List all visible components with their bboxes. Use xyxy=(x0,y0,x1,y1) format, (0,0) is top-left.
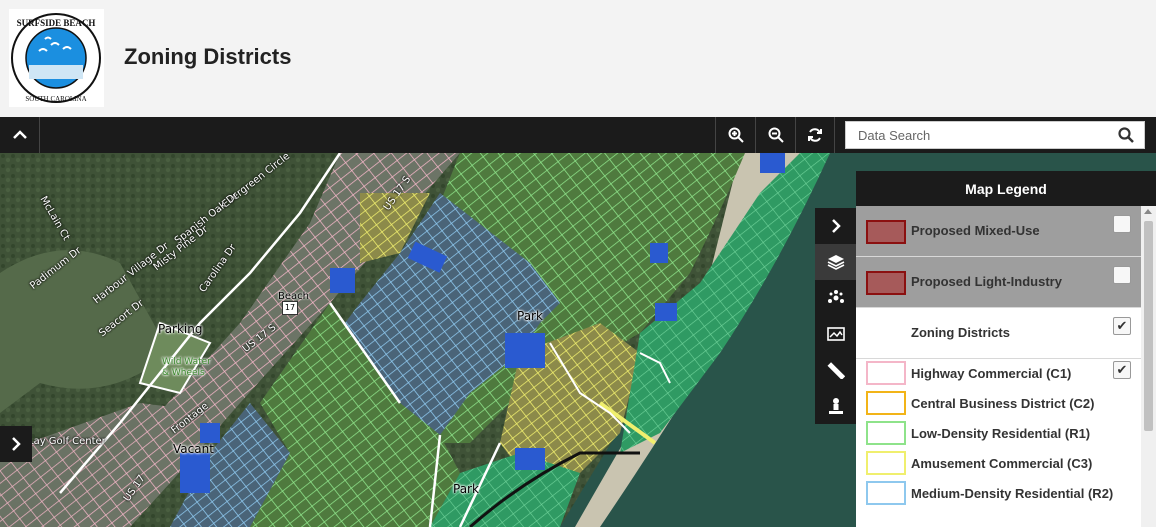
zone-label: Low-Density Residential (R1) xyxy=(911,426,1091,441)
zone-label: Highway Commercial (C1) xyxy=(911,366,1072,381)
zone-item-c3: Amusement Commercial (C3) xyxy=(856,449,1141,479)
poi-park: Park xyxy=(453,482,479,496)
zone-label: Medium-Density Residential (R2) xyxy=(911,486,1114,501)
zone-swatch xyxy=(866,421,906,445)
data-search-input[interactable] xyxy=(846,122,1116,148)
zoom-in-icon xyxy=(728,127,744,143)
scroll-up-arrow-icon[interactable] xyxy=(1144,209,1152,214)
collapse-legend-button[interactable] xyxy=(815,208,856,244)
legend-label: Zoning Districts xyxy=(911,325,1010,340)
layers-icon xyxy=(827,255,844,270)
map-legend-panel: Map Legend Proposed Mixed-Use Proposed L… xyxy=(856,171,1156,527)
poi-wild-water-wheels: Wild Water & Wheels xyxy=(162,357,211,378)
expand-left-panel-button[interactable] xyxy=(0,426,32,462)
basemap-tool-button[interactable] xyxy=(815,316,856,352)
zone-item-r2: Medium-Density Residential (R2) xyxy=(856,479,1141,509)
overlay-checkbox-zoning-districts[interactable]: ✔ xyxy=(1113,317,1131,335)
logo-text-bottom: SOUTH CAROLINA xyxy=(25,95,86,103)
toolbar xyxy=(0,117,1156,153)
zone-item-r1: Low-Density Residential (R1) xyxy=(856,419,1141,449)
chevron-right-icon xyxy=(12,437,21,451)
zoom-out-button[interactable] xyxy=(755,117,795,153)
zone-swatch xyxy=(866,361,906,385)
measure-tool-button[interactable] xyxy=(815,352,856,388)
page-title: Zoning Districts xyxy=(124,44,292,69)
person-pin-icon xyxy=(828,398,843,414)
app-header: SURFSIDE BEACH SOUTH CAROLINA Zoning Dis… xyxy=(0,0,1156,117)
network-icon xyxy=(827,290,844,303)
logo-text-top: SURFSIDE BEACH xyxy=(17,18,96,28)
zoom-in-button[interactable] xyxy=(715,117,755,153)
map-view[interactable]: Evergreen Circle Spanish Oak Dr Misty Pi… xyxy=(0,153,1156,527)
zone-swatch xyxy=(866,391,906,415)
surfside-beach-logo: SURFSIDE BEACH SOUTH CAROLINA xyxy=(9,9,104,107)
basemap-icon xyxy=(826,327,845,341)
street-label: Lay Golf Center xyxy=(28,436,106,447)
refresh-icon xyxy=(808,128,822,142)
zone-label: Amusement Commercial (C3) xyxy=(911,456,1093,471)
legend-swatch xyxy=(866,271,906,295)
legend-overlay-proposed-mixed-use: Proposed Mixed-Use xyxy=(856,206,1156,257)
ruler-icon xyxy=(827,362,845,379)
location-tool-button[interactable] xyxy=(815,388,856,424)
refresh-button[interactable] xyxy=(795,117,835,153)
legend-label: Proposed Light-Industry xyxy=(911,274,1062,289)
poi-vacant: Vacant xyxy=(173,442,214,456)
legend-overlay-zoning-districts: Zoning Districts ✔ xyxy=(856,308,1156,359)
poi-park: Park xyxy=(517,309,543,323)
zone-swatch xyxy=(866,481,906,505)
layers-tool-button[interactable] xyxy=(815,244,856,280)
chevron-up-icon xyxy=(12,130,27,139)
map-tools-rail xyxy=(815,208,856,424)
legend-overlay-proposed-light-industry: Proposed Light-Industry xyxy=(856,257,1156,308)
scroll-thumb[interactable] xyxy=(1144,221,1153,431)
collapse-header-button[interactable] xyxy=(0,117,40,153)
zone-legend-list: Highway Commercial (C1) ✔ Central Busine… xyxy=(856,359,1141,509)
network-tool-button[interactable] xyxy=(815,280,856,316)
search-icon[interactable] xyxy=(1118,127,1134,143)
legend-scrollbar[interactable] xyxy=(1141,206,1156,527)
zoom-out-icon xyxy=(768,127,784,143)
overlay-checkbox-proposed-mixed-use[interactable] xyxy=(1113,215,1131,233)
legend-label: Proposed Mixed-Use xyxy=(911,223,1040,238)
poi-parking: Parking xyxy=(158,322,203,336)
legend-title: Map Legend xyxy=(856,171,1156,206)
zone-item-c2: Central Business District (C2) xyxy=(856,389,1141,419)
legend-swatch xyxy=(866,220,906,244)
zone-label: Central Business District (C2) xyxy=(911,396,1095,411)
zone-swatch xyxy=(866,451,906,475)
data-search xyxy=(845,121,1145,149)
zone-item-c1: Highway Commercial (C1) ✔ xyxy=(856,359,1141,389)
zone-checkbox-c1[interactable]: ✔ xyxy=(1113,361,1131,379)
overlay-checkbox-proposed-light-industry[interactable] xyxy=(1113,266,1131,284)
route-shield: 17 xyxy=(282,301,298,315)
chevron-right-icon xyxy=(831,219,841,233)
